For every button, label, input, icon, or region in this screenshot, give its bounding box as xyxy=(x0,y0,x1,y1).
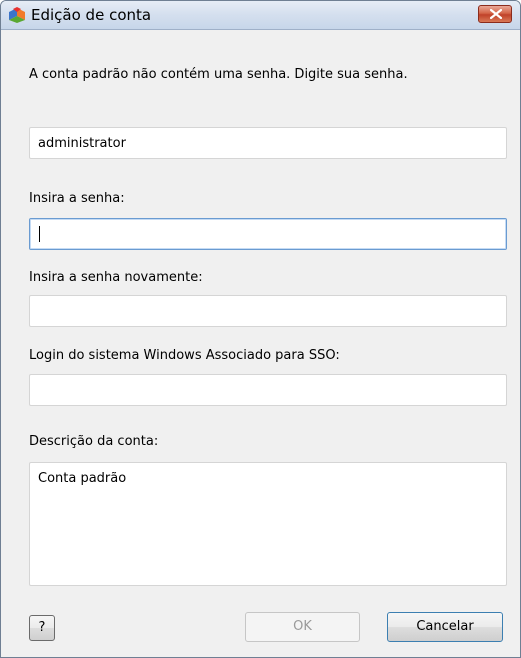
help-button[interactable]: ? xyxy=(29,615,55,641)
title-bar[interactable]: Edição de conta xyxy=(1,1,520,30)
password-field[interactable] xyxy=(29,218,507,250)
ok-button[interactable]: OK xyxy=(245,612,360,642)
text-caret xyxy=(39,226,40,242)
close-button[interactable] xyxy=(478,5,512,23)
description-label: Descrição da conta: xyxy=(29,434,159,449)
password-confirm-field[interactable] xyxy=(29,295,507,327)
close-icon xyxy=(490,9,502,19)
cancel-button[interactable]: Cancelar xyxy=(387,612,503,642)
dialog-body: A conta padrão não contém uma senha. Dig… xyxy=(1,30,520,657)
window-title: Edição de conta xyxy=(31,6,152,24)
sso-login-label: Login do sistema Windows Associado para … xyxy=(29,348,340,363)
sso-login-field[interactable] xyxy=(29,374,507,406)
account-edit-dialog: Edição de conta A conta padrão não conté… xyxy=(0,0,521,658)
password-confirm-label: Insira a senha novamente: xyxy=(29,270,203,285)
username-field[interactable] xyxy=(29,127,507,159)
info-message: A conta padrão não contém uma senha. Dig… xyxy=(29,67,408,82)
password-label: Insira a senha: xyxy=(29,191,125,206)
avg-logo-icon xyxy=(8,6,26,24)
description-textarea[interactable]: Conta padrão xyxy=(29,462,507,586)
